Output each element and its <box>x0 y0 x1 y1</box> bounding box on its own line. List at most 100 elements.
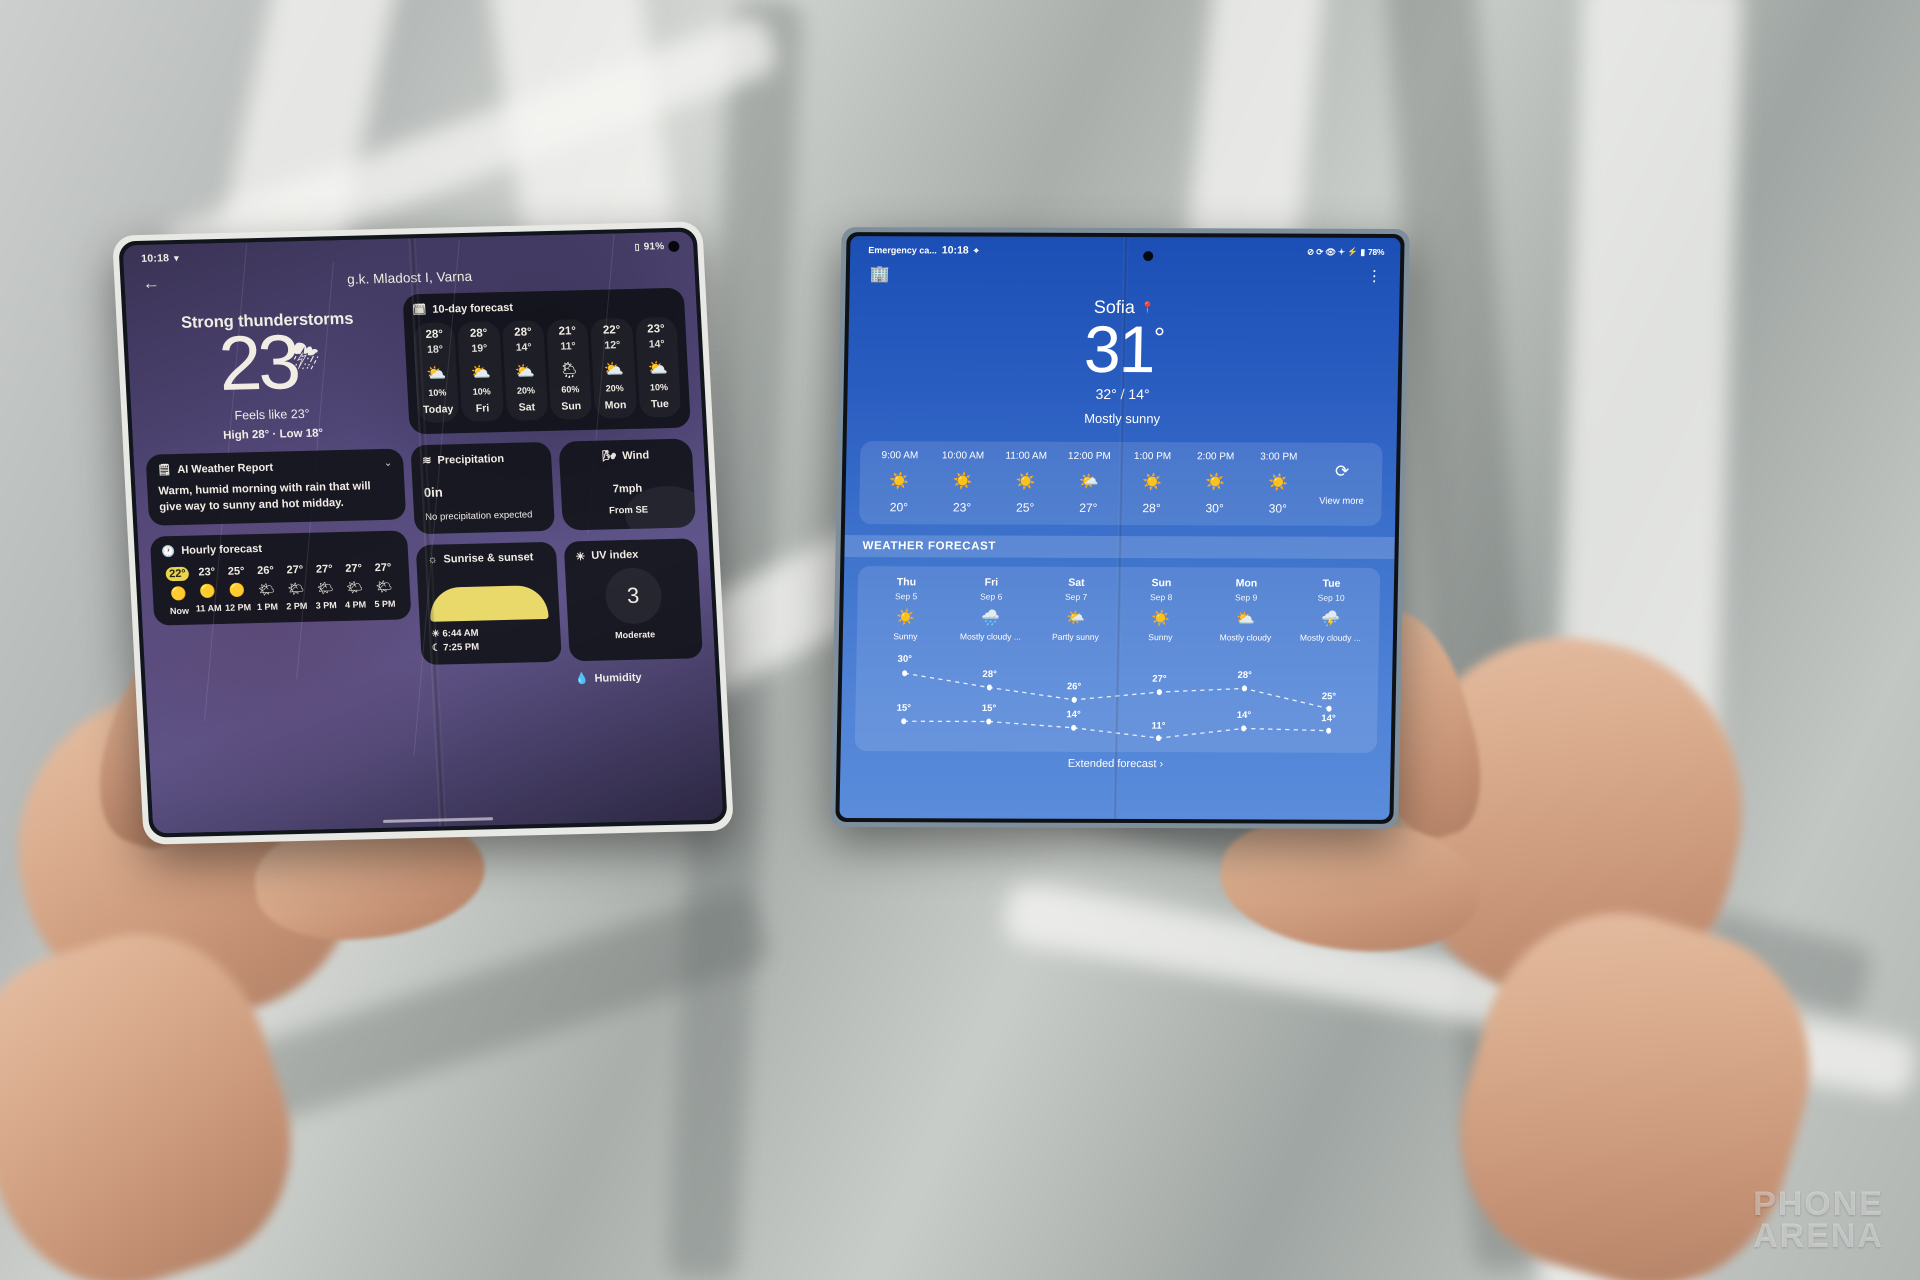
uv-index-title: UV index <box>591 549 639 563</box>
hour-label: 9:00 AM <box>881 450 919 462</box>
uv-index-card[interactable]: ☀ UV index 3 Moderate <box>563 538 703 662</box>
rain-icon: 🌧️ <box>981 609 1001 627</box>
sunny-icon: ☀️ <box>1015 473 1036 491</box>
left-column-secondary: 🗓 10-day forecast 28° 18° ⛅ 10% Today <box>402 287 704 690</box>
hourly-label: 12 PM <box>224 601 252 613</box>
degree-symbol: ° <box>1153 322 1164 354</box>
location-pin-icon: ⌖ <box>973 245 979 256</box>
list-item[interactable]: 26° 🌤 1 PM <box>251 564 283 614</box>
list-item[interactable]: Thu Sep 5 ☀️ Sunny <box>863 576 949 641</box>
list-item[interactable]: Sat Sep 7 🌤️ Partly sunny <box>1033 577 1119 642</box>
list-item[interactable]: 22° 🟡 Now <box>162 566 194 616</box>
hourly-temp: 27° <box>345 562 363 575</box>
left-phone-screen[interactable]: 10:18 ▾ ▯ 91% ← g.k. Mladost I, Varna St… <box>122 231 724 834</box>
list-item[interactable]: 28° 14° ⛅ 20% Sat <box>501 320 549 421</box>
list-item[interactable]: Tue Sep 10 ⛈️ Mostly cloudy ... <box>1288 578 1374 643</box>
list-item[interactable]: 10:00 AM ☀️ 23° <box>930 450 994 514</box>
day-label: Tue <box>650 398 670 411</box>
sunrise-sunset-card[interactable]: ☼ Sunrise & sunset ☀ 6:44 AM ☾ 7:25 PM <box>415 541 562 666</box>
hour-label: 12:00 PM <box>1067 450 1111 462</box>
graph-low-label: 14° <box>1321 713 1336 725</box>
sunny-icon: ☀️ <box>1151 610 1171 628</box>
partly-sunny-icon: 🌤 <box>345 579 364 595</box>
sunny-icon: 🟡 <box>199 582 217 599</box>
right-phone-screen[interactable]: Emergency ca... 10:18 ⌖ ⊘ ⟳ 👁 ✦ ⚡ ▮ 78% … <box>839 236 1401 820</box>
sunny-icon: ☀️ <box>1205 474 1226 492</box>
forecast-condition: Mostly cloudy ... <box>1299 632 1362 643</box>
list-item[interactable]: 9:00 AM ☀️ 20° <box>867 450 931 514</box>
chevron-down-icon[interactable]: ⌄ <box>384 458 393 469</box>
list-item[interactable]: 27° 🌤 4 PM <box>339 562 371 612</box>
list-item[interactable]: 22° 12° ⛅ 20% Mon <box>590 317 637 419</box>
hour-label: 2:00 PM <box>1196 451 1235 463</box>
high-low-label: High 28° · Low 18° <box>222 427 324 443</box>
partly-sunny-icon: 🌤 <box>375 578 393 594</box>
uv-icon: ☀ <box>575 550 586 564</box>
hour-temp: 25° <box>1016 500 1035 515</box>
view-more-button[interactable]: ⟳ View more <box>1309 461 1374 506</box>
carrier-label: Emergency ca... <box>868 245 937 256</box>
uv-index-level: Moderate <box>614 629 656 641</box>
list-item[interactable]: Fri Sep 6 🌧️ Mostly cloudy ... <box>948 576 1034 642</box>
list-item[interactable]: 27° 🌤 2 PM <box>280 563 312 613</box>
partly-sunny-icon: 🌤️ <box>1078 473 1099 491</box>
wind-card[interactable]: 🌬 Wind 7mph From SE <box>558 438 697 531</box>
list-item[interactable]: 27° 🌤 5 PM <box>368 561 400 611</box>
list-item[interactable]: 3:00 PM ☀️ 30° <box>1246 451 1310 515</box>
left-phone-bezel: 10:18 ▾ ▯ 91% ← g.k. Mladost I, Varna St… <box>118 227 728 838</box>
city-settings-icon[interactable]: 🏢 <box>870 264 890 284</box>
day-high: 23° <box>646 323 665 336</box>
hourly-forecast-list[interactable]: 22° 🟡 Now 23° 🟡 11 AM 25° 🟡 12 PM 26° 🌤 … <box>162 561 400 616</box>
list-item[interactable]: 25° 🟡 12 PM <box>221 565 253 615</box>
list-item[interactable]: 1:00 PM ☀️ 28° <box>1120 451 1184 515</box>
partly-cloudy-icon: ⛅ <box>603 361 625 379</box>
list-item[interactable]: 23° 14° ⛅ 10% Tue <box>634 316 682 418</box>
hourly-label: 3 PM <box>315 599 337 611</box>
hour-temp: 28° <box>1142 501 1161 516</box>
hourly-label: 11 AM <box>195 602 222 614</box>
current-temperature: 23 <box>216 319 299 407</box>
list-item[interactable]: Mon Sep 9 ⛅ Mostly cloudy <box>1203 577 1289 642</box>
ten-day-forecast-card[interactable]: 🗓 10-day forecast 28° 18° ⛅ 10% Today <box>402 287 691 435</box>
day-precip: 20% <box>516 385 536 396</box>
forecast-day: Sat <box>1068 576 1085 589</box>
sunny-icon: ☀️ <box>889 473 910 491</box>
more-options-icon[interactable]: ⋮ <box>1367 267 1382 284</box>
humidity-icon: 💧 <box>574 673 589 686</box>
list-item[interactable]: 21° 11° 🌦 60% Sun <box>546 319 593 420</box>
sunny-icon: ☀️ <box>952 473 973 491</box>
list-item[interactable]: 28° 19° ⛅ 10% Fri <box>457 321 504 423</box>
forecast-day: Tue <box>1322 577 1341 590</box>
day-label: Fri <box>475 402 490 415</box>
forecast-date: Sep 9 <box>1234 592 1258 603</box>
current-temperature-value: 31 <box>1083 311 1155 387</box>
precipitation-card[interactable]: ≋ Precipitation 0in No precipitation exp… <box>410 441 556 535</box>
rain-icon: 🌦 <box>558 362 580 380</box>
list-item[interactable]: 2:00 PM ☀️ 30° <box>1183 451 1247 515</box>
humidity-header[interactable]: 💧 Humidity <box>422 669 704 689</box>
hourly-label: 5 PM <box>374 598 396 609</box>
list-item[interactable]: 27° 🌤 3 PM <box>309 563 341 613</box>
precipitation-value-row: 0in <box>423 470 543 503</box>
uv-index-value: 3 <box>603 567 663 625</box>
forecast-day: Sun <box>1151 577 1172 590</box>
hour-label: 10:00 AM <box>941 450 985 462</box>
view-more-icon: ⟳ <box>1334 461 1350 481</box>
day-precip: 10% <box>472 386 491 397</box>
current-temp-row: 23 ⛈ <box>139 319 400 407</box>
ten-day-list[interactable]: 28° 18° ⛅ 10% Today 28° 19° ⛅ 10% Fri 28… <box>413 316 682 424</box>
hourly-forecast-card[interactable]: 🕐 Hourly forecast 22° 🟡 Now 23° � <box>149 530 412 626</box>
ai-report-icon: 🗒 <box>157 464 172 477</box>
hour-temp: 27° <box>1079 500 1098 515</box>
hour-label: 1:00 PM <box>1133 451 1172 463</box>
ai-weather-report-card[interactable]: ⌄ 🗒 AI Weather Report Warm, humid mornin… <box>145 448 407 526</box>
list-item[interactable]: 11:00 AM ☀️ 25° <box>994 451 1058 515</box>
left-nav-pill[interactable] <box>382 817 494 823</box>
list-item[interactable]: 12:00 PM 🌤️ 27° <box>1057 451 1121 515</box>
list-item[interactable]: 23° 🟡 11 AM <box>192 566 224 616</box>
graph-low-label: 14° <box>1066 709 1081 721</box>
day-high: 22° <box>602 324 621 337</box>
hourly-temp: 26° <box>256 564 275 577</box>
graph-high-label: 27° <box>1152 673 1167 685</box>
list-item[interactable]: Sun Sep 8 ☀️ Sunny <box>1118 577 1204 642</box>
